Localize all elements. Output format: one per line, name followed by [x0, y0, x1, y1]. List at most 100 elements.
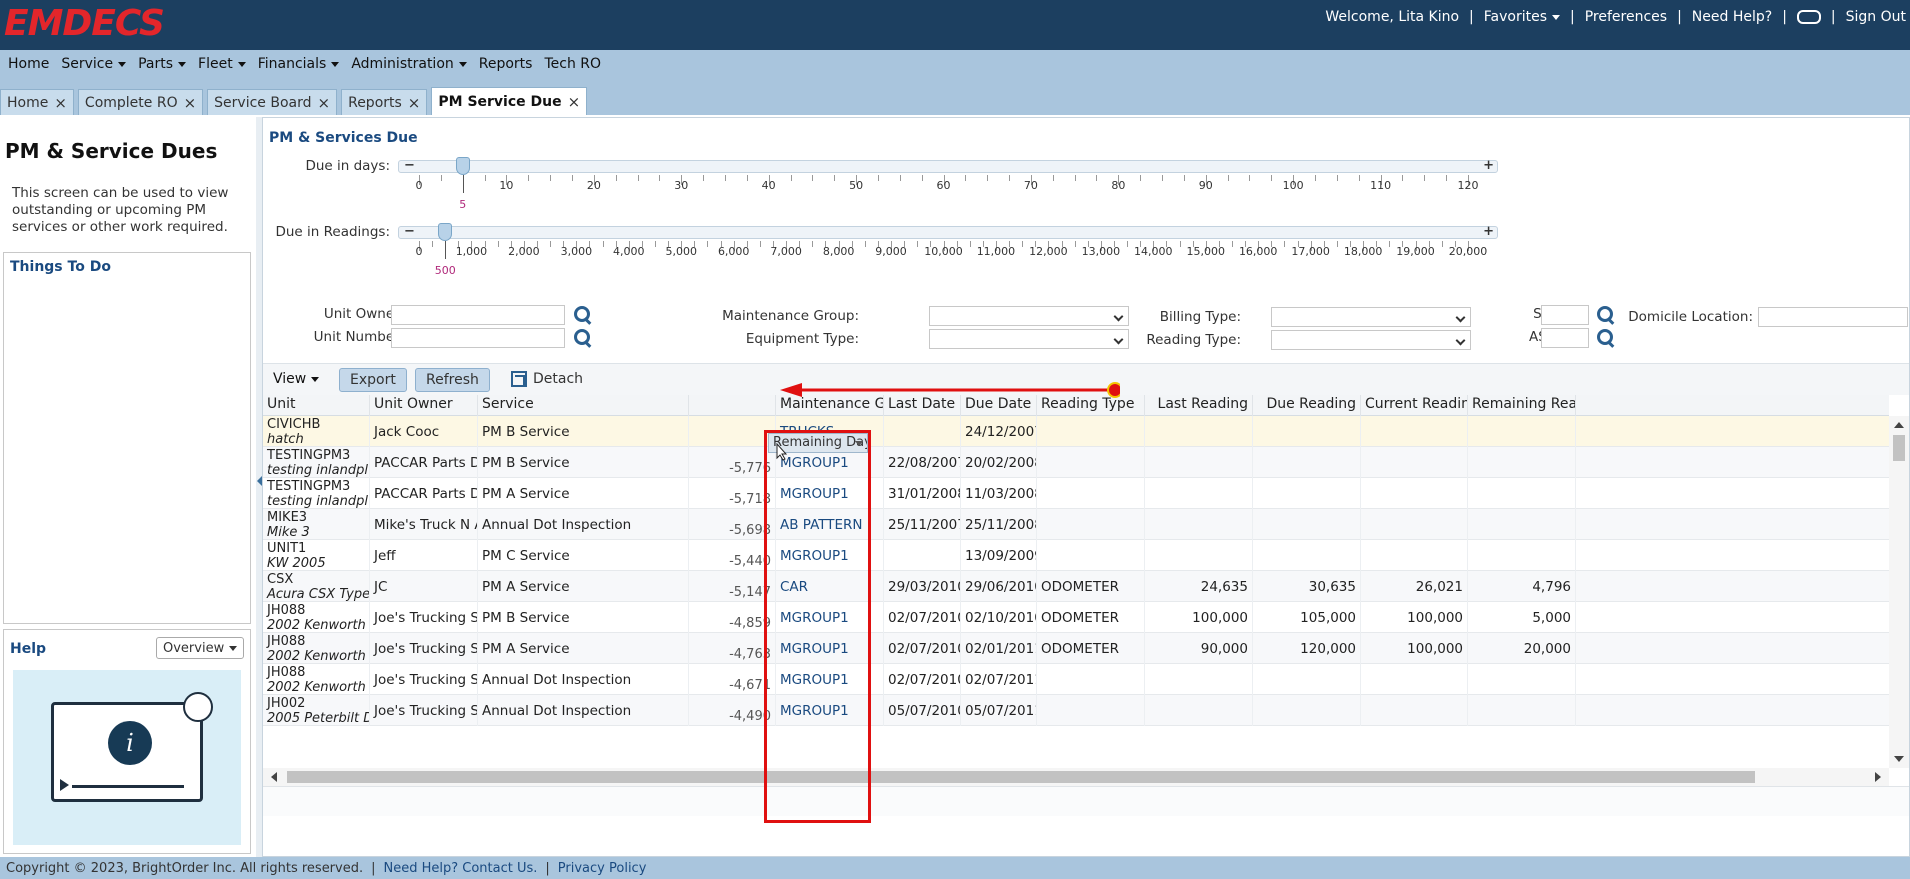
- tick-mark: [1231, 241, 1233, 247]
- tab-complete-ro[interactable]: Complete RO ×: [77, 89, 204, 115]
- close-icon[interactable]: ×: [318, 94, 331, 112]
- table-row[interactable]: CIVICHB hatch Jack Cooc PM B Service TRUCKS 2…: [263, 416, 1889, 447]
- contact-us-link[interactable]: Need Help? Contact Us.: [384, 861, 538, 876]
- privacy-policy-link[interactable]: Privacy Policy: [558, 861, 647, 876]
- cell-unit: CIVICHB hatch: [263, 416, 370, 447]
- decrease-icon[interactable]: −: [404, 159, 415, 172]
- menu-item-parts[interactable]: Parts: [132, 56, 192, 72]
- horizontal-scrollbar[interactable]: [263, 768, 1889, 786]
- asm-input[interactable]: [1541, 328, 1589, 348]
- maintenance-group-select[interactable]: [929, 306, 1129, 326]
- menu-item-label: Parts: [138, 56, 174, 72]
- chevron-down-icon: [458, 61, 467, 67]
- table-row[interactable]: UNIT1 KW 2005 Jeff PM C Service -5,440 MGROUP…: [263, 540, 1889, 571]
- export-button[interactable]: Export: [339, 368, 407, 392]
- scroll-thumb[interactable]: [287, 771, 1755, 783]
- cell-due-reading: [1253, 540, 1361, 571]
- need-help-link[interactable]: Need Help?: [1692, 9, 1772, 25]
- cell-reading-type: [1037, 695, 1145, 726]
- cell-unit: CSXAcura CSX Type S: [263, 571, 370, 602]
- increase-icon[interactable]: +: [1483, 225, 1494, 238]
- scroll-thumb[interactable]: [1893, 435, 1905, 461]
- column-header-owner[interactable]: Unit Owner: [370, 395, 478, 416]
- table-row[interactable]: TESTINGPM3testing inlandpl's p...PACCAR …: [263, 447, 1889, 478]
- table-row[interactable]: JH0882002 Kenworth Tr...Joe's Trucking S…: [263, 664, 1889, 695]
- column-header-days[interactable]: [689, 395, 776, 416]
- unit-number: UNIT1: [267, 540, 307, 556]
- table-row[interactable]: JH0022005 Peterbilt Day...Joe's Trucking…: [263, 695, 1889, 726]
- due-days-slider[interactable]: − +: [398, 159, 1498, 173]
- menu-item-financials[interactable]: Financials: [252, 56, 346, 72]
- cell-current-reading: [1361, 416, 1468, 447]
- view-menu-button[interactable]: View: [273, 371, 320, 387]
- tick-mark: [1074, 241, 1076, 247]
- close-icon[interactable]: ×: [184, 94, 197, 112]
- favorites-menu[interactable]: Favorites: [1484, 9, 1561, 25]
- column-header-last-reading[interactable]: Last Reading: [1145, 395, 1253, 416]
- tick-mark: [1315, 175, 1317, 181]
- column-header-due-reading[interactable]: Due Reading: [1253, 395, 1361, 416]
- search-icon[interactable]: [1595, 305, 1615, 325]
- progress-bar-icon: [72, 785, 184, 788]
- menu-item-home[interactable]: Home: [2, 56, 55, 72]
- scroll-right-icon[interactable]: [1875, 772, 1881, 782]
- tab-home[interactable]: Home ×: [0, 89, 74, 115]
- app-logo[interactable]: EMDECS: [4, 4, 165, 44]
- due-days-slider-thumb[interactable]: [455, 157, 470, 175]
- equipment-type-select[interactable]: [929, 329, 1129, 349]
- cell-due-reading: [1253, 478, 1361, 509]
- menu-item-service[interactable]: Service: [55, 56, 132, 72]
- refresh-button[interactable]: Refresh: [415, 368, 490, 392]
- due-readings-slider-thumb[interactable]: [438, 223, 453, 241]
- decrease-icon[interactable]: −: [404, 225, 415, 238]
- tick-mark: [1074, 175, 1076, 181]
- search-icon[interactable]: [1595, 328, 1615, 348]
- help-video-thumbnail[interactable]: i: [13, 670, 241, 845]
- top-header: EMDECS Welcome, Lita Kino | Favorites | …: [0, 0, 1910, 50]
- unit-number-input[interactable]: [391, 328, 565, 348]
- menu-item-administration[interactable]: Administration: [345, 56, 472, 72]
- close-icon[interactable]: ×: [54, 94, 67, 112]
- scroll-down-icon[interactable]: [1894, 756, 1904, 762]
- due-readings-slider[interactable]: − +: [398, 225, 1498, 239]
- cell-last-reading: [1145, 447, 1253, 478]
- table-row[interactable]: CSXAcura CSX Type SJCPM A Service-5,147 C…: [263, 571, 1889, 602]
- help-topic-select[interactable]: Overview: [156, 637, 244, 659]
- menu-item-label: Administration: [351, 56, 454, 72]
- chevron-down-icon: [118, 61, 127, 67]
- billing-type-select[interactable]: [1271, 307, 1471, 327]
- menu-item-reports[interactable]: Reports: [473, 56, 539, 72]
- search-icon[interactable]: [572, 328, 592, 348]
- chat-bubble-icon[interactable]: [1796, 10, 1821, 24]
- scroll-up-icon[interactable]: [1894, 422, 1904, 428]
- search-icon[interactable]: [572, 305, 592, 325]
- sign-out-link[interactable]: Sign Out: [1846, 9, 1906, 25]
- detach-button[interactable]: Detach: [511, 371, 583, 387]
- table-row[interactable]: JH0882002 Kenworth Tr...Joe's Trucking S…: [263, 633, 1889, 664]
- tab-reports[interactable]: Reports ×: [341, 89, 428, 115]
- menu-item-tech-ro[interactable]: Tech RO: [538, 56, 607, 72]
- table-row[interactable]: TESTINGPM3testing inlandpl's p...PACCAR …: [263, 478, 1889, 509]
- table-row[interactable]: MIKE3Mike 3Mike's Truck N AutoAnnual Dot…: [263, 509, 1889, 540]
- column-header-service[interactable]: Service: [478, 395, 689, 416]
- menu-item-fleet[interactable]: Fleet: [192, 56, 252, 72]
- things-to-do-panel: Things To Do: [3, 252, 251, 624]
- cell-remaining-reading: 5,000: [1468, 602, 1576, 633]
- table-row[interactable]: JH0882002 Kenworth Tr...Joe's Trucking S…: [263, 602, 1889, 633]
- tab-service-board[interactable]: Service Board ×: [207, 89, 338, 115]
- increase-icon[interactable]: +: [1483, 159, 1494, 172]
- close-icon[interactable]: ×: [568, 93, 581, 111]
- cell-reading-type: [1037, 416, 1145, 447]
- unit-owner-input[interactable]: [391, 305, 565, 325]
- preferences-link[interactable]: Preferences: [1585, 9, 1667, 25]
- vertical-scrollbar[interactable]: [1889, 416, 1909, 768]
- column-header-unit[interactable]: Unit: [263, 395, 370, 416]
- close-icon[interactable]: ×: [408, 94, 421, 112]
- scroll-left-icon[interactable]: [271, 772, 277, 782]
- tab-pm-service-due[interactable]: PM Service Due ×: [431, 87, 588, 115]
- domicile-location-input[interactable]: [1758, 307, 1908, 327]
- reading-type-select[interactable]: [1271, 330, 1471, 350]
- column-header-current-reading[interactable]: Current Reading: [1361, 395, 1468, 416]
- column-header-remaining-reading[interactable]: Remaining Reading: [1468, 395, 1576, 416]
- sys-input[interactable]: [1541, 305, 1589, 325]
